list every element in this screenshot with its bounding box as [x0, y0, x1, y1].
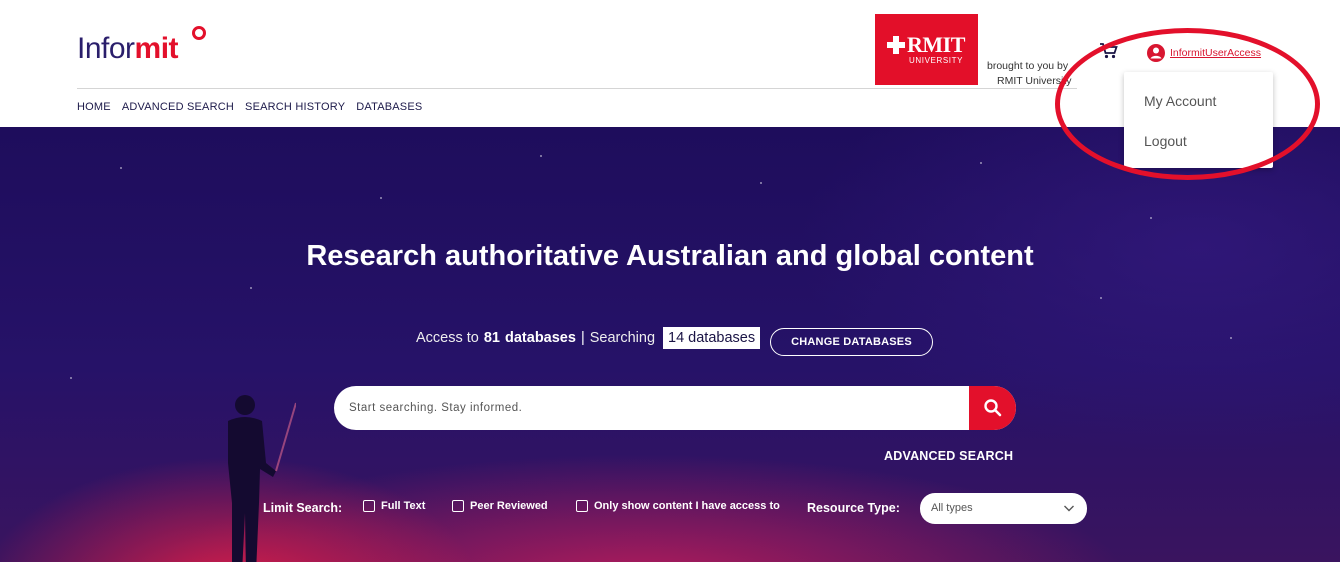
access-only-checkbox[interactable]: Only show content I have access to [576, 500, 780, 512]
hero-banner: Research authoritative Australian and gl… [0, 127, 1340, 562]
rmit-logo-sub: UNIVERSITY [909, 56, 964, 65]
star-decoration [760, 182, 762, 184]
searching-label: Searching [589, 330, 656, 346]
rmit-logo[interactable]: RMIT UNIVERSITY [875, 14, 978, 85]
star-decoration [1230, 337, 1232, 339]
limit-search-label: Limit Search: [263, 501, 343, 515]
star-decoration [380, 197, 382, 199]
checkbox-label: Peer Reviewed [470, 500, 548, 512]
search-bar [334, 386, 1016, 430]
logo-ring-icon [192, 26, 206, 40]
brought-line-2: RMIT University [997, 75, 1072, 87]
nav-databases[interactable]: DATABASES [356, 101, 422, 113]
searching-databases-chip[interactable]: 14 databases [663, 327, 761, 349]
access-databases-label: databases [505, 330, 576, 346]
database-access-summary: Access to 81 databases | Searching 14 da… [416, 327, 761, 349]
nav-home[interactable]: HOME [77, 101, 111, 113]
star-decoration [120, 167, 122, 169]
access-count: 81 [483, 330, 500, 346]
access-prefix: Access to [416, 330, 479, 346]
star-decoration [540, 155, 542, 157]
person-silhouette-image [228, 395, 296, 562]
advanced-search-link[interactable]: ADVANCED SEARCH [884, 449, 1013, 463]
search-icon [983, 399, 1001, 417]
rmit-pixel-icon [887, 36, 905, 54]
user-account-icon [1147, 44, 1165, 62]
access-separator: | [580, 330, 585, 346]
header-divider [77, 88, 1077, 89]
star-decoration [980, 162, 982, 164]
user-dropdown-menu: My Account Logout [1124, 72, 1273, 168]
menu-item-logout[interactable]: Logout [1144, 133, 1187, 149]
star-decoration [250, 287, 252, 289]
rmit-logo-name: RMIT [907, 32, 965, 57]
star-decoration [70, 377, 72, 379]
user-account-menu[interactable]: InformitUserAccess [1147, 44, 1261, 62]
checkbox-label: Full Text [381, 500, 426, 512]
shopping-cart-icon[interactable] [1099, 42, 1119, 60]
resource-type-select[interactable]: All types [920, 493, 1087, 524]
informit-logo[interactable]: Informit [77, 32, 179, 66]
logo-text-part2: mit [134, 32, 179, 65]
resource-type-value: All types [931, 502, 973, 514]
star-decoration [1100, 297, 1102, 299]
checkbox-box[interactable] [452, 500, 464, 512]
resource-type-label: Resource Type: [807, 501, 900, 515]
search-button[interactable] [969, 386, 1016, 430]
star-decoration [1150, 217, 1152, 219]
user-account-link[interactable]: InformitUserAccess [1170, 47, 1261, 59]
nav-advanced-search[interactable]: ADVANCED SEARCH [122, 101, 234, 113]
brought-line-1: brought to you by [987, 60, 1069, 72]
full-text-checkbox[interactable]: Full Text [363, 500, 425, 512]
logo-text-part1: Infor [77, 32, 135, 65]
change-databases-button[interactable]: CHANGE DATABASES [770, 328, 933, 356]
main-nav: HOME ADVANCED SEARCH SEARCH HISTORY DATA… [77, 101, 422, 113]
checkbox-box[interactable] [363, 500, 375, 512]
menu-item-my-account[interactable]: My Account [1144, 93, 1216, 109]
hero-title: Research authoritative Australian and gl… [306, 240, 1034, 272]
search-input[interactable] [349, 386, 949, 430]
checkbox-label: Only show content I have access to [594, 500, 780, 512]
checkbox-box[interactable] [576, 500, 588, 512]
brought-to-you-text: brought to you by RMIT University [987, 59, 1071, 89]
nav-search-history[interactable]: SEARCH HISTORY [245, 101, 345, 113]
chevron-down-icon [1064, 505, 1074, 512]
peer-reviewed-checkbox[interactable]: Peer Reviewed [452, 500, 548, 512]
